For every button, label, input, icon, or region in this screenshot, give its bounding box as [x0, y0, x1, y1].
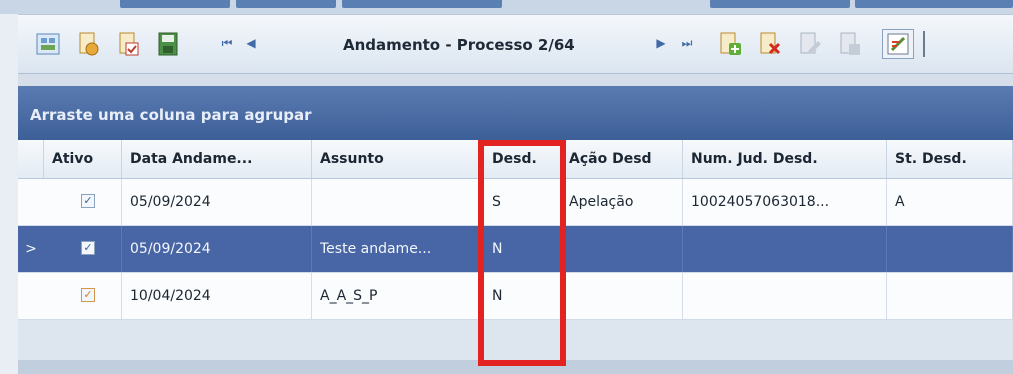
tab-segment[interactable]: [120, 0, 230, 8]
first-record-button[interactable]: ⏮: [218, 36, 236, 51]
tab-strip: [0, 0, 1013, 14]
next-record-button[interactable]: ▶: [652, 36, 670, 50]
add-record-icon: [720, 32, 741, 55]
open-document-button[interactable]: [72, 29, 104, 59]
cell-num-jud-desd: [683, 273, 887, 319]
cell-ativo: ✓: [44, 226, 122, 272]
header-st-desd[interactable]: St. Desd.: [887, 140, 1013, 178]
header-indicator: [18, 140, 44, 178]
cell-acao-desd: [561, 226, 683, 272]
last-record-button[interactable]: ⏭: [678, 36, 696, 51]
ativo-checkbox[interactable]: ✓: [81, 288, 95, 302]
save-data-icon: [158, 32, 178, 56]
grid-settings-button[interactable]: [32, 29, 64, 59]
row-indicator: >: [25, 241, 37, 257]
cell-ativo: ✓: [44, 273, 122, 319]
cell-data: 05/09/2024: [122, 179, 312, 225]
header-data-andamento[interactable]: Data Andame...: [122, 140, 312, 178]
toolbar-overflow[interactable]: [923, 31, 925, 57]
header-ativo[interactable]: Ativo: [44, 140, 122, 178]
cell-num-jud-desd: [683, 226, 887, 272]
header-assunto[interactable]: Assunto: [312, 140, 484, 178]
cancel-edit-button[interactable]: [834, 29, 866, 59]
edit-note-button[interactable]: [882, 29, 914, 59]
cell-num-jud-desd: 10024057063018...: [683, 179, 887, 225]
cell-ativo: ✓: [44, 179, 122, 225]
toolbar: ⏮ ◀ Andamento - Processo 2/64 ▶ ⏭: [18, 14, 1013, 74]
edit-note-icon: [887, 33, 909, 55]
tab-segment[interactable]: [342, 0, 502, 8]
cell-st-desd: A: [887, 179, 1013, 225]
ativo-checkbox[interactable]: ✓: [81, 241, 95, 255]
row-indicator: [18, 179, 44, 225]
cell-assunto: Teste andame...: [312, 226, 484, 272]
tab-segment[interactable]: [855, 0, 1013, 8]
previous-record-button[interactable]: ◀: [242, 36, 260, 50]
first-icon: ⏮: [221, 36, 233, 50]
add-record-button[interactable]: [714, 29, 746, 59]
group-panel[interactable]: Arraste uma coluna para agrupar: [18, 86, 1013, 140]
cell-acao-desd: [561, 273, 683, 319]
cell-data: 05/09/2024: [122, 226, 312, 272]
delete-record-icon: [760, 32, 781, 55]
header-num-jud-desd[interactable]: Num. Jud. Desd.: [683, 140, 887, 178]
cell-assunto: [312, 179, 484, 225]
cell-data: 10/04/2024: [122, 273, 312, 319]
previous-icon: ◀: [246, 36, 256, 50]
header-acao-desd[interactable]: Ação Desd: [561, 140, 683, 178]
open-document-icon: [79, 32, 99, 56]
cell-acao-desd: Apelação: [561, 179, 683, 225]
next-icon: ▶: [656, 36, 666, 50]
left-edge: [0, 14, 18, 374]
save-data-button[interactable]: [152, 29, 184, 59]
last-icon: ⏭: [681, 36, 693, 50]
edit-record-icon: [800, 32, 821, 54]
cell-assunto: A_A_S_P: [312, 273, 484, 319]
cell-st-desd: [887, 273, 1013, 319]
tab-segment[interactable]: [236, 0, 336, 8]
cell-st-desd: [887, 226, 1013, 272]
highlight-box: [478, 140, 566, 366]
check-document-icon: [119, 32, 139, 56]
record-navigator-label: Andamento - Processo 2/64: [343, 36, 575, 54]
group-panel-text: Arraste uma coluna para agrupar: [30, 106, 312, 124]
cancel-edit-icon: [840, 32, 860, 55]
check-document-button[interactable]: [112, 29, 144, 59]
grid-settings-icon: [36, 33, 60, 55]
tab-segment[interactable]: [710, 0, 850, 8]
row-indicator: [18, 273, 44, 319]
delete-record-button[interactable]: [754, 29, 786, 59]
edit-record-button[interactable]: [794, 29, 826, 59]
ativo-checkbox[interactable]: ✓: [81, 194, 95, 208]
